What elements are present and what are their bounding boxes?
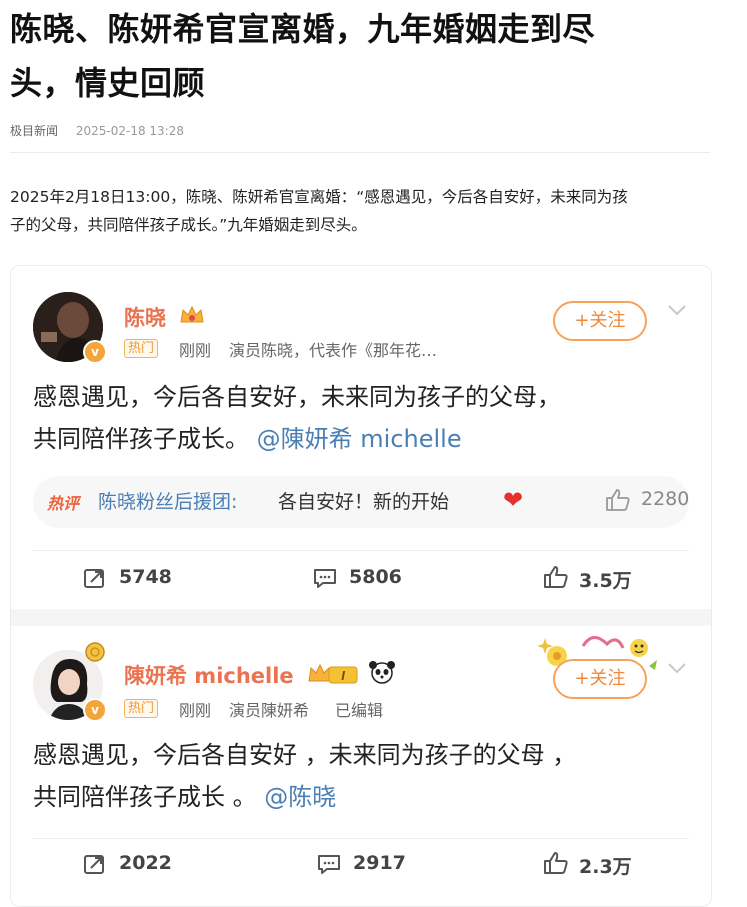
user-description: 演员陳妍希 xyxy=(229,701,310,720)
edited-label: 已编辑 xyxy=(335,701,384,720)
hot-comment-label: 热评 xyxy=(47,494,80,513)
article-title-line-1: 陈晓、陈妍希官宣离婚，九年婚姻走到尽 xyxy=(10,10,596,48)
panda-icon xyxy=(369,661,395,684)
action-divider xyxy=(33,838,689,839)
action-divider xyxy=(33,550,689,551)
repost-count: 5748 xyxy=(119,566,172,588)
user-name[interactable]: 陈晓 xyxy=(124,302,166,332)
weibo-post-1: v 陈晓 热门 刚刚 演员陈晓，代表作《那年花… +关注 感恩遇见，今后各自安好… xyxy=(11,266,711,609)
post-text-line-2: 共同陪伴孩子成长 。 @陈晓 xyxy=(33,776,693,818)
post-text-line-1: 感恩遇见，今后各自安好 ，未来同为孩子的父母 ， xyxy=(33,741,577,769)
like-count: 2.3万 xyxy=(579,856,632,878)
comment-icon xyxy=(314,569,336,588)
post-time: 刚刚 xyxy=(179,341,212,360)
post-text-line-2-body: 共同陪伴孩子成长。 xyxy=(33,425,249,453)
member-level-text: I xyxy=(341,668,345,683)
mention-link[interactable]: @陳妍希 michelle xyxy=(257,425,462,453)
verified-badge-icon: v xyxy=(83,340,107,364)
weibo-embed: v 陈晓 热门 刚刚 演员陈晓，代表作《那年花… +关注 感恩遇见，今后各自安好… xyxy=(10,265,712,907)
hot-comment-like-count: 2280 xyxy=(641,488,690,510)
follow-button[interactable]: +关注 xyxy=(553,659,647,699)
article-title: 陈晓、陈妍希官宣离婚，九年婚姻走到尽 头，情史回顾 xyxy=(10,2,730,110)
post-text: 感恩遇见，今后各自安好 ，未来同为孩子的父母 ， 共同陪伴孩子成长 。 @陈晓 xyxy=(33,734,693,818)
article-meta: 极目新闻 2025-02-18 13:28 xyxy=(10,122,184,139)
repost-icon xyxy=(84,855,104,874)
thumbs-up-icon xyxy=(544,566,568,588)
comment-count: 5806 xyxy=(349,566,402,588)
hot-tag: 热门 xyxy=(124,339,159,358)
mention-link[interactable]: @陈晓 xyxy=(264,783,336,811)
heart-icon: ❤ xyxy=(503,486,524,514)
header-divider xyxy=(10,152,710,153)
user-name[interactable]: 陳妍希 michelle xyxy=(124,660,294,690)
post-text-line-2-body: 共同陪伴孩子成长 。 xyxy=(33,783,257,811)
publish-date: 2025-02-18 13:28 xyxy=(75,124,184,138)
hot-comment-user[interactable]: 陈晓粉丝后援团: xyxy=(98,487,237,514)
hot-comment[interactable]: 热评 陈晓粉丝后援团: 各自安好！新的开始 ❤ 2280 xyxy=(33,476,689,528)
post-text-line-2: 共同陪伴孩子成长。 @陳妍希 michelle xyxy=(33,418,693,460)
article-title-line-2: 头，情史回顾 xyxy=(10,64,206,102)
user-description: 演员陈晓，代表作《那年花… xyxy=(229,341,438,360)
follow-button[interactable]: +关注 xyxy=(553,301,647,341)
article-lead: 2025年2月18日13:00，陈晓、陈妍希官宣离婚：“感恩遇见，今后各自安好，… xyxy=(10,183,715,239)
post-text-line-1: 感恩遇见，今后各自安好，未来同为孩子的父母， xyxy=(33,383,561,411)
snail-sticker-icon xyxy=(85,642,105,662)
lead-line-1: 2025年2月18日13:00，陈晓、陈妍希官宣离婚：“感恩遇见，今后各自安好，… xyxy=(10,188,628,206)
lead-line-2: 子的父母，共同陪伴孩子成长。”九年婚姻走到尽头。 xyxy=(10,216,367,234)
comment-count: 2917 xyxy=(353,852,406,874)
chevron-down-icon[interactable] xyxy=(667,300,687,321)
thumbs-up-icon xyxy=(544,852,568,874)
crown-icon xyxy=(180,305,204,323)
hot-tag: 热门 xyxy=(124,699,159,718)
chevron-down-icon[interactable] xyxy=(667,658,687,679)
comment-icon xyxy=(318,855,340,874)
like-count: 3.5万 xyxy=(579,570,632,592)
post-text: 感恩遇见，今后各自安好，未来同为孩子的父母， 共同陪伴孩子成长。 @陳妍希 mi… xyxy=(33,376,693,460)
thumbs-up-icon[interactable] xyxy=(605,488,631,512)
repost-icon xyxy=(84,569,104,588)
member-level-icon: I xyxy=(308,663,358,684)
verified-badge-icon: v xyxy=(83,698,107,722)
source-name[interactable]: 极目新闻 xyxy=(10,124,58,138)
weibo-post-2: v 陳妍希 michelle I 热门 刚刚 演员陳妍希 已编辑 +关注 感恩遇… xyxy=(11,626,711,906)
repost-count: 2022 xyxy=(119,852,172,874)
hot-comment-text: 各自安好！新的开始 xyxy=(278,491,450,513)
post-time: 刚刚 xyxy=(179,701,212,720)
